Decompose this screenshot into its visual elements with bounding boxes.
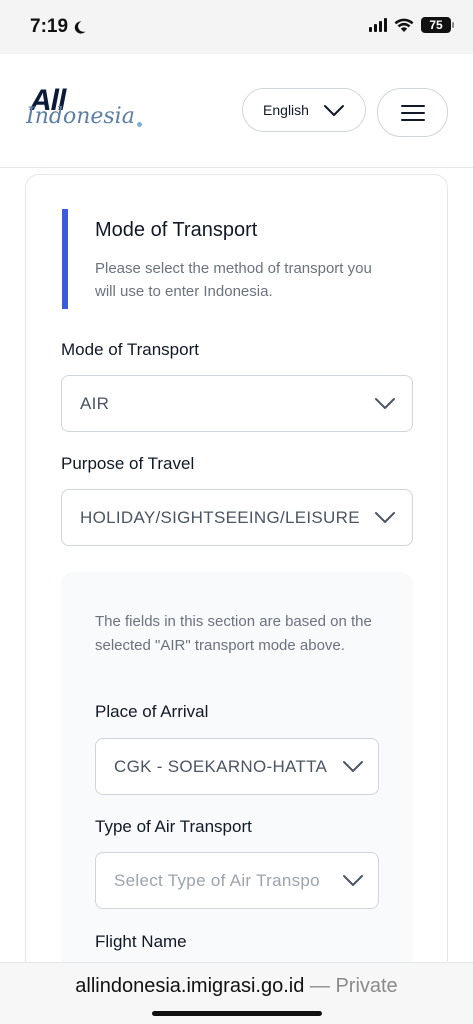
status-bar: 7:19 75 xyxy=(0,0,473,54)
logo-indonesia-text: Indonesia xyxy=(26,104,135,129)
url-domain: allindonesia.imigrasi.go.id xyxy=(75,975,305,997)
menu-line xyxy=(400,111,425,114)
menu-line xyxy=(400,118,425,121)
logo-dot xyxy=(137,122,142,127)
air-transport-subsection: The fields in this section are based on … xyxy=(61,572,413,992)
purpose-of-travel-value: HOLIDAY/SIGHTSEEING/LEISURE xyxy=(80,507,360,527)
mode-of-transport-select[interactable]: AIR xyxy=(61,375,413,432)
cellular-signal-icon xyxy=(369,18,387,32)
home-indicator[interactable] xyxy=(152,1011,322,1016)
transport-form-card: Mode of Transport Please select the meth… xyxy=(25,174,448,992)
private-mode-label: Private xyxy=(335,975,398,997)
type-of-air-transport-label: Type of Air Transport xyxy=(95,817,252,836)
chevron-down-icon xyxy=(343,874,363,886)
flight-name-label: Flight Name xyxy=(95,932,187,951)
site-header: All Indonesia English xyxy=(0,54,473,168)
chevron-down-icon xyxy=(323,104,344,116)
section-description: Please select the method of transport yo… xyxy=(95,260,372,300)
clock-text: 7:19 xyxy=(30,16,69,37)
chevron-down-icon xyxy=(343,760,363,772)
chevron-down-icon xyxy=(375,511,395,523)
air-section-description: The fields in this section are based on … xyxy=(95,613,372,654)
battery-icon: 75 xyxy=(421,17,454,33)
purpose-of-travel-select[interactable]: HOLIDAY/SIGHTSEEING/LEISURE xyxy=(61,489,413,546)
place-of-arrival-label: Place of Arrival xyxy=(95,702,209,721)
status-icons: 75 xyxy=(369,17,454,33)
browser-address-bar[interactable]: allindonesia.imigrasi.go.id — Private xyxy=(0,962,473,1024)
allindonesia-logo[interactable]: All Indonesia xyxy=(26,82,156,138)
type-of-air-transport-placeholder: Select Type of Air Transpo xyxy=(114,870,320,890)
section-title: Mode of Transport xyxy=(95,219,258,241)
menu-line xyxy=(400,104,425,107)
mode-of-transport-label: Mode of Transport xyxy=(61,340,199,359)
url-display[interactable]: allindonesia.imigrasi.go.id — Private xyxy=(0,975,473,998)
wifi-icon xyxy=(394,18,414,32)
mode-of-transport-value: AIR xyxy=(80,393,110,413)
status-time: 7:19 xyxy=(30,16,87,38)
section-accent-bar xyxy=(62,209,68,309)
url-separator: — xyxy=(304,975,336,997)
place-of-arrival-value: CGK - SOEKARNO-HATTA xyxy=(114,756,328,776)
hamburger-menu-button[interactable] xyxy=(377,88,448,137)
chevron-down-icon xyxy=(375,397,395,409)
type-of-air-transport-select[interactable]: Select Type of Air Transpo xyxy=(95,852,379,909)
place-of-arrival-select[interactable]: CGK - SOEKARNO-HATTA xyxy=(95,738,379,795)
purpose-of-travel-label: Purpose of Travel xyxy=(61,454,195,473)
language-selector[interactable]: English xyxy=(242,88,366,132)
battery-level: 75 xyxy=(429,18,443,32)
language-label: English xyxy=(263,102,309,118)
moon-icon xyxy=(74,20,86,34)
